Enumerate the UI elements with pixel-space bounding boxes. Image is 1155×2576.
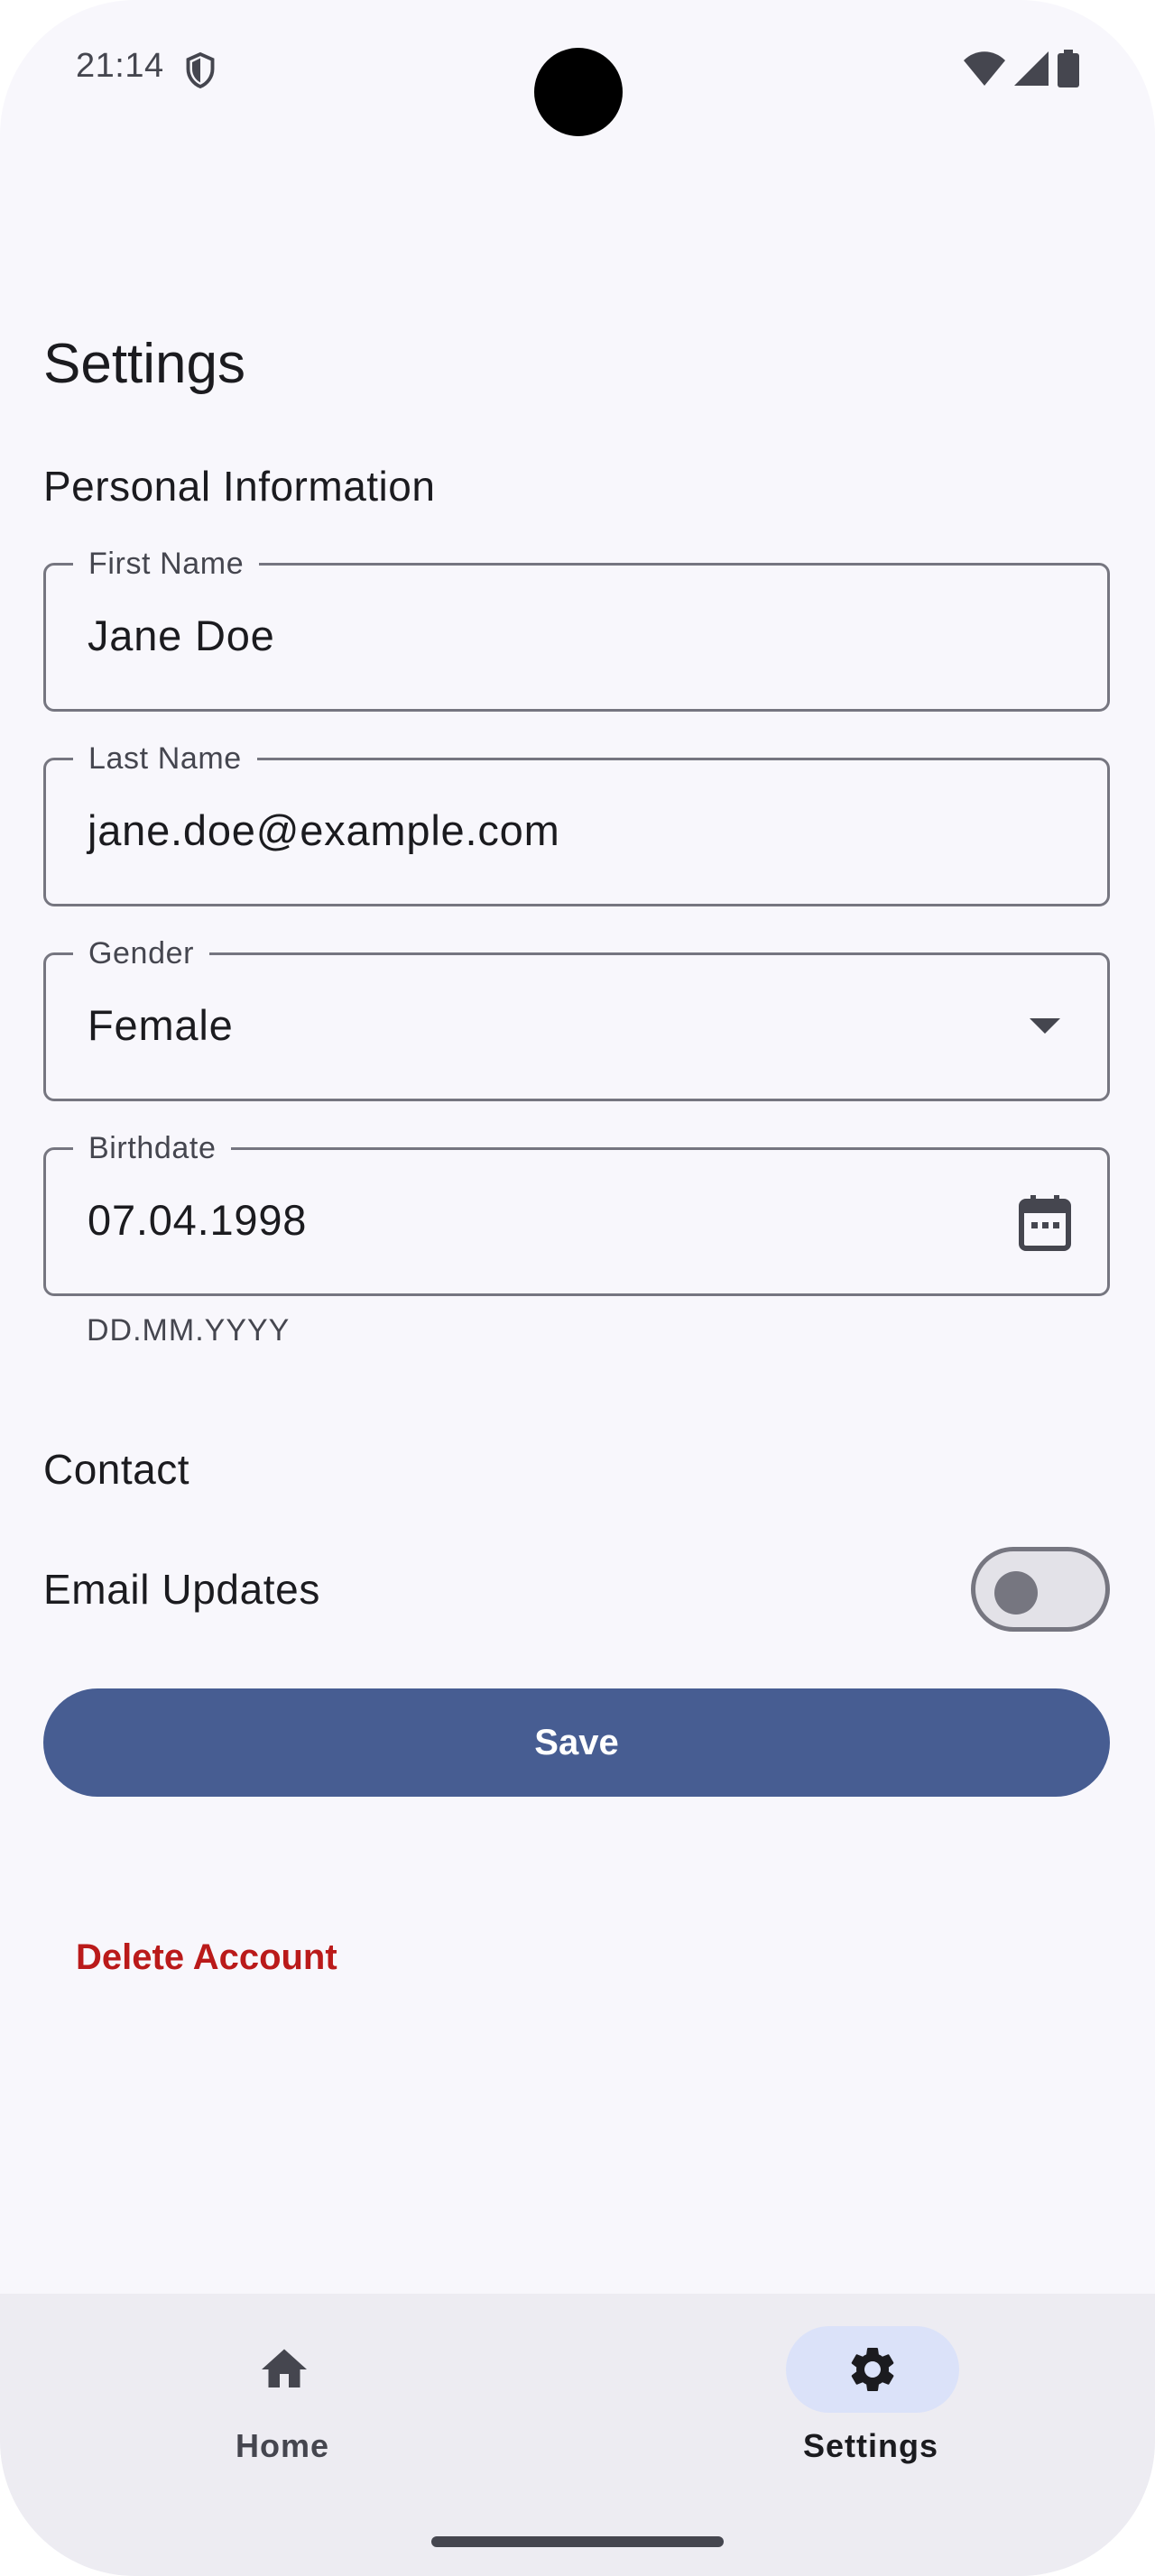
- first-name-field[interactable]: First Name Jane Doe: [43, 546, 1110, 712]
- last-name-field[interactable]: Last Name jane.doe@example.com: [43, 741, 1110, 906]
- personal-section-title: Personal Information: [43, 463, 436, 510]
- camera-cutout: [534, 48, 623, 136]
- bottom-navigation: Home Settings: [0, 2294, 1155, 2576]
- birthdate-value[interactable]: 07.04.1998: [88, 1195, 307, 1245]
- gesture-home-indicator[interactable]: [431, 2536, 724, 2547]
- home-icon: [262, 2349, 307, 2387]
- email-updates-label: Email Updates: [43, 1566, 320, 1613]
- save-button[interactable]: Save: [43, 1688, 1110, 1797]
- switch-thumb: [994, 1571, 1038, 1615]
- email-updates-switch[interactable]: [971, 1547, 1110, 1632]
- dropdown-arrow-icon[interactable]: [1030, 1018, 1060, 1034]
- nav-label-home: Home: [235, 2427, 330, 2464]
- contact-section-title: Contact: [43, 1446, 190, 1493]
- last-name-value[interactable]: jane.doe@example.com: [88, 805, 560, 855]
- gender-label: Gender: [73, 935, 210, 971]
- gender-dropdown[interactable]: Gender Female: [43, 935, 1110, 1101]
- nav-item-home[interactable]: Home: [147, 2294, 418, 2528]
- birthdate-field[interactable]: Birthdate 07.04.1998: [43, 1130, 1110, 1296]
- wifi-icon: [964, 51, 1005, 86]
- nav-item-settings[interactable]: Settings: [735, 2294, 1006, 2528]
- shield-icon: [186, 51, 215, 89]
- calendar-icon[interactable]: [1019, 1195, 1071, 1251]
- gender-value[interactable]: Female: [88, 1000, 234, 1050]
- phone-screen: 21:14 Settings Personal Information Firs…: [0, 0, 1155, 2576]
- birthdate-helper-text: DD.MM.YYYY: [87, 1313, 291, 1348]
- first-name-label: First Name: [73, 546, 260, 582]
- last-name-label: Last Name: [73, 741, 257, 777]
- first-name-value[interactable]: Jane Doe: [88, 611, 275, 660]
- status-time: 21:14: [76, 47, 164, 85]
- battery-icon: [1058, 50, 1079, 87]
- gear-icon: [851, 2348, 894, 2391]
- signal-icon: [1014, 51, 1049, 86]
- delete-account-button[interactable]: Delete Account: [76, 1937, 337, 1978]
- status-icons: [964, 50, 1079, 87]
- nav-label-settings: Settings: [802, 2427, 938, 2464]
- birthdate-label: Birthdate: [73, 1130, 232, 1166]
- page-title: Settings: [43, 333, 246, 395]
